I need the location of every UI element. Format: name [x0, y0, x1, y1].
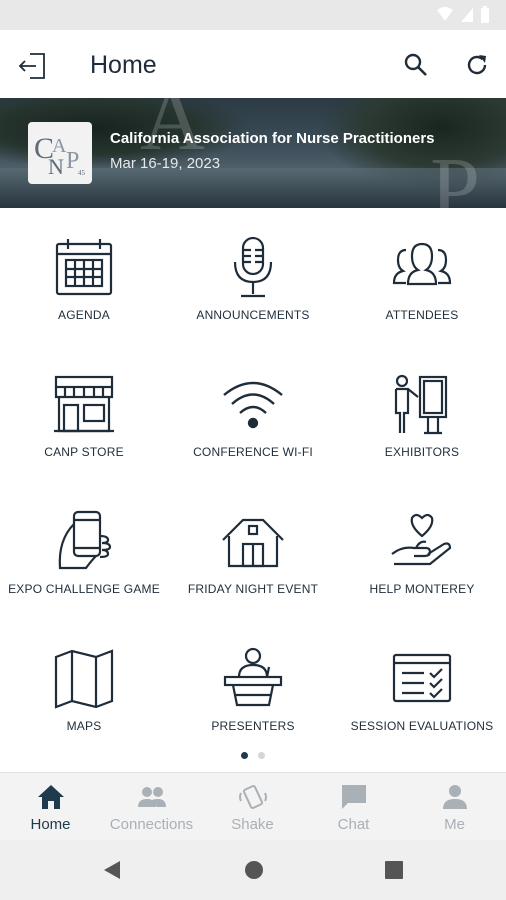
phone-in-hand-icon [58, 510, 112, 570]
tile-label: CONFERENCE WI-FI [193, 445, 313, 459]
nav-label: Connections [109, 816, 194, 833]
tile-label: ATTENDEES [385, 308, 459, 322]
nav-chat[interactable]: Chat [303, 773, 404, 841]
tile-label: SESSION EVALUATIONS [350, 719, 494, 733]
home-circle-icon[interactable] [244, 860, 264, 880]
banner-watermark: P [430, 140, 481, 208]
system-nav-bar [0, 840, 506, 900]
status-bar [0, 0, 506, 30]
nav-label: Home [30, 816, 71, 833]
tile-help-monterey[interactable]: HELP MONTEREY [338, 482, 506, 619]
nav-label: Shake [231, 816, 274, 833]
chat-icon [341, 785, 366, 809]
tile-expo-challenge-game[interactable]: EXPO CHALLENGE GAME [0, 482, 168, 619]
tile-friday-night-event[interactable]: FRIDAY NIGHT EVENT [169, 482, 337, 619]
nav-me[interactable]: Me [404, 773, 505, 841]
recents-square-icon[interactable] [384, 860, 404, 880]
nav-shake[interactable]: Shake [202, 773, 303, 841]
event-dates: Mar 16-19, 2023 [110, 155, 221, 172]
page-indicator [0, 752, 506, 759]
battery-icon [481, 6, 489, 23]
nav-connections[interactable]: Connections [101, 773, 202, 841]
tile-label: EXHIBITORS [384, 445, 460, 459]
event-banner[interactable]: A P C A N P 45 California Association fo… [0, 98, 506, 208]
heart-in-hand-icon [391, 513, 452, 566]
app-bar: Home [0, 30, 506, 98]
back-triangle-icon[interactable] [102, 860, 122, 880]
logo-number: 45 [78, 169, 85, 177]
tile-label: FRIDAY NIGHT EVENT [187, 582, 319, 596]
page-dot[interactable] [258, 752, 265, 759]
search-icon[interactable] [403, 52, 429, 78]
tile-exhibitors[interactable]: EXHIBITORS [338, 345, 506, 482]
nav-label: Me [444, 816, 465, 833]
presenter-board-icon [394, 374, 448, 435]
bottom-nav: Home Connections Shake Chat Me [0, 772, 506, 840]
person-icon [442, 785, 467, 809]
tile-label: AGENDA [58, 308, 110, 322]
people-icon [392, 242, 452, 286]
cell-signal-icon [461, 8, 473, 22]
connections-icon [137, 787, 166, 807]
tile-label: ANNOUNCEMENTS [196, 308, 310, 322]
tile-label: EXPO CHALLENGE GAME [8, 582, 160, 596]
storefront-icon [54, 375, 114, 433]
nav-label: Chat [337, 816, 370, 833]
wifi-signal-icon [437, 7, 453, 21]
map-icon [54, 649, 114, 709]
tile-label: HELP MONTEREY [369, 582, 475, 596]
calendar-icon [55, 239, 113, 296]
checklist-icon [392, 653, 452, 703]
tile-maps[interactable]: MAPS [0, 619, 168, 756]
tile-presenters[interactable]: PRESENTERS [169, 619, 337, 756]
organization-name: California Association for Nurse Practit… [110, 130, 435, 147]
nav-home[interactable]: Home [0, 773, 101, 841]
barn-icon [222, 518, 284, 568]
status-icons [436, 6, 490, 24]
tile-announcements[interactable]: ANNOUNCEMENTS [169, 208, 337, 345]
home-icon [37, 785, 64, 809]
tile-canp-store[interactable]: CANP STORE [0, 345, 168, 482]
shake-phone-icon [238, 785, 267, 809]
tile-agenda[interactable]: AGENDA [0, 208, 168, 345]
page-dot-active[interactable] [241, 752, 248, 759]
refresh-icon[interactable] [464, 52, 490, 78]
tile-label: CANP STORE [44, 445, 124, 459]
tile-conference-wifi[interactable]: CONFERENCE WI-FI [169, 345, 337, 482]
event-logo: C A N P 45 [28, 122, 92, 184]
wifi-icon [223, 381, 283, 429]
podium-icon [223, 647, 283, 707]
tile-label: PRESENTERS [211, 719, 295, 733]
tile-session-evaluations[interactable]: SESSION EVALUATIONS [338, 619, 506, 756]
svg-text:N: N [48, 154, 64, 179]
microphone-icon [233, 236, 273, 298]
page-title: Home [90, 51, 157, 79]
exit-icon[interactable] [18, 50, 50, 82]
tile-attendees[interactable]: ATTENDEES [338, 208, 506, 345]
tile-label: MAPS [66, 719, 102, 733]
